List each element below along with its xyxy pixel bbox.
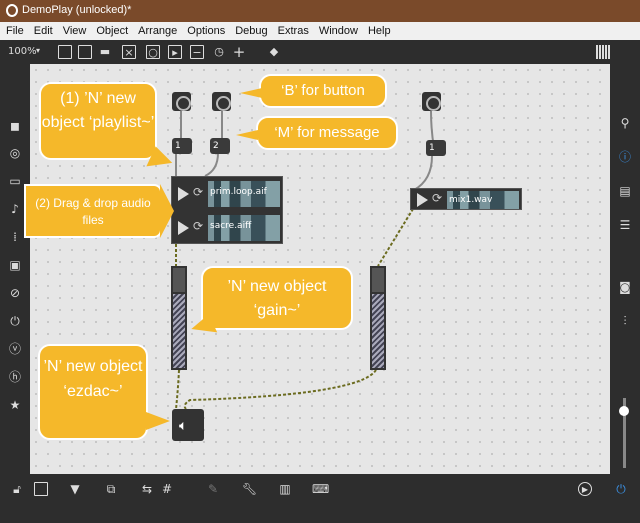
meter-icon[interactable]: ⁞ (8, 230, 22, 244)
plug-icon[interactable]: ⏻ (8, 314, 22, 328)
menu-help[interactable]: Help (368, 25, 391, 37)
loop-icon[interactable]: ⟳ (193, 219, 203, 233)
callout-tail (240, 88, 262, 98)
presentation-icon[interactable] (58, 45, 72, 59)
v-icon[interactable]: ⓥ (8, 342, 22, 356)
panel-icon[interactable] (78, 45, 92, 59)
menu-bar: File Edit View Object Arrange Options De… (0, 22, 640, 40)
paperclip-icon[interactable]: ⊘ (8, 286, 22, 300)
volume-handle[interactable] (619, 406, 629, 416)
speaker-icon: 🔈︎ (179, 418, 188, 434)
add-icon[interactable]: + (232, 45, 246, 60)
wrench-icon[interactable]: 🔧︎ (242, 482, 257, 496)
piano-icon[interactable]: ▥ (278, 482, 292, 496)
lock-icon[interactable]: 🔓︎ (10, 482, 24, 496)
toolbar: 100% ▾ ▬ × ○ ▸ − ◷ + ◆ (0, 40, 640, 64)
button-object-3[interactable] (422, 92, 441, 111)
play-box-icon[interactable]: ▸ (168, 45, 182, 59)
gain-slider-1[interactable] (171, 266, 187, 370)
callout-drag: (2) Drag & drop audio files (24, 184, 162, 238)
book-icon[interactable]: ▤ (618, 184, 632, 198)
menu-view[interactable]: View (63, 25, 87, 37)
camera-icon[interactable]: ◙ (618, 280, 632, 294)
menu-extras[interactable]: Extras (278, 25, 309, 37)
ezdac-object[interactable]: 🔈︎ (172, 409, 204, 441)
gain-slider-2[interactable] (370, 266, 386, 370)
callout-ezdac: ’N’ new object ‘ezdac~’ (38, 344, 148, 440)
menu-options[interactable]: Options (187, 25, 225, 37)
file-name: mix1.wav (449, 195, 493, 205)
circle-icon[interactable]: ◎ (8, 146, 22, 160)
gain-level (173, 294, 185, 368)
gain-top (372, 268, 384, 292)
gain-top (173, 268, 185, 292)
loop-icon[interactable]: ⟳ (193, 185, 203, 199)
dial-box-icon[interactable]: ○ (146, 45, 160, 59)
playlist-row-1[interactable]: ⟳ mix1.wav (411, 185, 521, 215)
info-icon[interactable]: ⓘ (618, 150, 632, 164)
menu-debug[interactable]: Debug (235, 25, 267, 37)
menu-edit[interactable]: Edit (34, 25, 53, 37)
slider-box-icon[interactable]: − (190, 45, 204, 59)
button-object-2[interactable] (212, 92, 231, 111)
wand-icon[interactable]: ✎ (206, 482, 220, 496)
playlist-row-2[interactable]: ⟳ sacre.aiff (172, 213, 282, 243)
image-icon[interactable]: ▣ (8, 258, 22, 272)
callout-tail (236, 130, 258, 140)
callout-message: ‘M’ for message (256, 116, 398, 150)
align-icon[interactable]: ⇆ (140, 482, 154, 496)
search-icon[interactable]: ⚲ (618, 116, 632, 130)
presentation-mode-icon[interactable] (34, 482, 48, 496)
rectangle-icon[interactable]: ▭ (8, 174, 22, 188)
message-box-3[interactable]: 1 (426, 140, 446, 156)
playlist-row-1[interactable]: ⟳ prim.loop.aif (172, 179, 282, 209)
callout-tail (160, 184, 174, 238)
file-name: sacre.aiff (210, 221, 252, 231)
list-icon[interactable]: ☰ (618, 218, 632, 232)
zoom-level[interactable]: 100% (8, 46, 37, 57)
star-icon[interactable]: ★ (8, 398, 22, 412)
power-icon[interactable]: ⏻ (614, 482, 628, 496)
clock-icon[interactable]: ◷ (212, 45, 226, 59)
callout-gain: ’N’ new object ‘gain~’ (201, 266, 353, 330)
grid-icon[interactable] (596, 45, 610, 59)
close-box-icon[interactable]: × (122, 45, 136, 59)
play-icon[interactable] (417, 193, 428, 207)
keyboard-icon[interactable]: ⌨ (312, 482, 329, 496)
message-box-2[interactable]: 2 (210, 138, 230, 154)
menu-arrange[interactable]: Arrange (138, 25, 177, 37)
callout-playlist: (1) ’N’ new object ‘playlist~’ (39, 82, 157, 160)
note-icon[interactable]: ♪ (8, 202, 22, 216)
menu-window[interactable]: Window (319, 25, 358, 37)
file-name: prim.loop.aif (210, 187, 267, 197)
title-bar: DemoPlay (unlocked)* (0, 0, 640, 22)
play-icon[interactable] (178, 187, 189, 201)
loop-icon[interactable]: ⟳ (432, 191, 442, 205)
comment-icon[interactable]: ▬ (98, 45, 112, 59)
app-icon (6, 4, 18, 17)
callout-tail (146, 412, 170, 430)
message-box-1[interactable]: 1 (172, 138, 192, 154)
right-sidebar: ⚲ ⓘ ▤ ☰ ◙ ⫶ (610, 64, 640, 474)
window-title: DemoPlay (unlocked)* (22, 4, 132, 16)
h-icon[interactable]: ⓗ (8, 370, 22, 384)
button-object-1[interactable] (172, 92, 191, 111)
sliders-icon[interactable]: ⫶ (618, 314, 632, 328)
zoom-chevron-icon[interactable]: ▾ (36, 46, 40, 55)
play-icon[interactable] (178, 221, 189, 235)
playlist-object-2[interactable]: ⟳ mix1.wav (410, 188, 522, 210)
comment-bubble-icon[interactable]: ▼ (68, 482, 82, 496)
play-circle-icon[interactable]: ▶ (578, 482, 592, 496)
grid-toggle-icon[interactable]: # (160, 482, 174, 496)
left-sidebar: ◼ ◎ ▭ ♪ ⁞ ▣ ⊘ ⏻ ⓥ ⓗ ★ (0, 64, 30, 474)
bottom-toolbar: 🔓︎ ▼ ⧉ ⇆ # ✎ 🔧︎ ▥ ⌨ ▶ ⏻ (0, 474, 640, 523)
paint-bucket-icon[interactable]: ◆ (267, 45, 281, 59)
callout-button: ‘B’ for button (259, 74, 387, 108)
playlist-object-1[interactable]: ⟳ prim.loop.aif ⟳ sacre.aiff (171, 176, 283, 244)
menu-file[interactable]: File (6, 25, 24, 37)
gain-level (372, 294, 384, 368)
layers-icon[interactable]: ⧉ (104, 482, 118, 496)
cube-icon[interactable]: ◼ (8, 119, 22, 133)
menu-object[interactable]: Object (96, 25, 128, 37)
